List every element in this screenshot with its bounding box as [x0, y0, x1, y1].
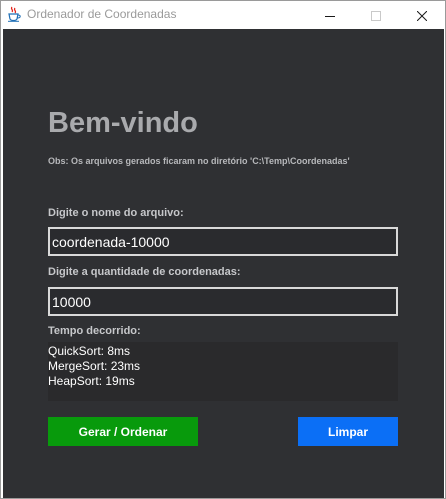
results-output[interactable]: QuickSort: 8ms MergeSort: 23ms HeapSort:…: [48, 342, 398, 401]
minimize-icon: [325, 6, 335, 25]
title-bar[interactable]: Ordenador de Coordenadas: [1, 1, 445, 29]
maximize-button[interactable]: [353, 1, 399, 29]
content-panel: Bem-vindo Obs: Os arquivos gerados ficar…: [3, 29, 444, 498]
generate-sort-button[interactable]: Gerar / Ordenar: [48, 417, 198, 446]
page-title: Bem-vindo: [48, 107, 198, 139]
file-name-label: Digite o nome do arquivo:: [48, 207, 184, 219]
close-icon: [416, 6, 428, 25]
output-directory-note: Obs: Os arquivos gerados ficaram no dire…: [48, 156, 350, 166]
result-line-quicksort: QuickSort: 8ms: [48, 344, 131, 358]
file-name-input[interactable]: [48, 227, 398, 256]
close-button[interactable]: [399, 1, 445, 29]
minimize-button[interactable]: [307, 1, 353, 29]
clear-button[interactable]: Limpar: [298, 417, 398, 446]
maximize-icon: [371, 6, 381, 25]
quantity-label: Digite a quantidade de coordenadas:: [48, 266, 241, 278]
result-line-heapsort: HeapSort: 19ms: [48, 374, 135, 388]
quantity-input[interactable]: [48, 287, 398, 316]
app-window: Ordenador de Coordenadas Bem-vindo Obs: …: [0, 0, 446, 499]
window-title: Ordenador de Coordenadas: [27, 7, 177, 21]
java-cup-icon: [7, 6, 21, 22]
result-line-mergesort: MergeSort: 23ms: [48, 359, 141, 373]
elapsed-time-label: Tempo decorrido:: [48, 325, 141, 337]
